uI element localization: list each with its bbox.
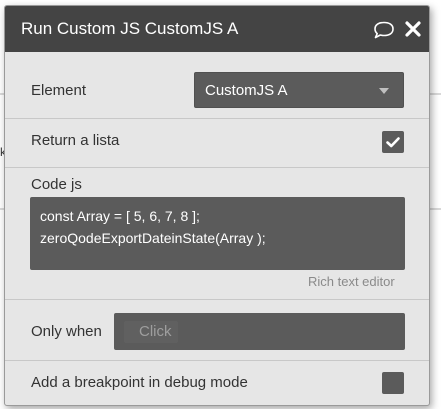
- dialog-titlebar: Run Custom JS CustomJS A: [5, 6, 429, 52]
- element-dropdown-value: CustomJS A: [205, 82, 288, 99]
- only-when-label: Only when: [31, 323, 102, 340]
- element-dropdown[interactable]: CustomJS A: [194, 72, 404, 108]
- section-divider: [5, 118, 429, 119]
- condition-placeholder-chip[interactable]: Click: [124, 321, 178, 343]
- close-icon[interactable]: [405, 21, 421, 37]
- code-line: const Array = [ 5, 6, 7, 8 ];: [40, 208, 200, 224]
- return-list-label: Return a lista: [31, 132, 120, 149]
- speech-bubble-icon[interactable]: [372, 21, 396, 39]
- section-divider: [5, 299, 429, 300]
- chevron-down-icon: [379, 88, 389, 94]
- run-custom-js-dialog: Run Custom JS CustomJS A Element CustomJ…: [4, 5, 430, 406]
- code-editor[interactable]: const Array = [ 5, 6, 7, 8 ]; zeroQodeEx…: [30, 197, 405, 270]
- code-line: zeroQodeExportDateinState(Array );: [40, 230, 266, 246]
- element-label: Element: [31, 82, 87, 99]
- section-divider: [5, 167, 429, 168]
- breakpoint-label: Add a breakpoint in debug mode: [31, 374, 248, 391]
- only-when-condition-field[interactable]: Click: [114, 313, 405, 350]
- code-label: Code js: [31, 176, 82, 193]
- return-list-checkbox[interactable]: [382, 131, 404, 153]
- dialog-title: Run Custom JS CustomJS A: [21, 19, 239, 38]
- breakpoint-checkbox[interactable]: [382, 372, 404, 394]
- section-divider: [5, 360, 429, 361]
- checkmark-icon: [386, 137, 400, 148]
- condition-placeholder: Click: [139, 323, 172, 340]
- rich-text-editor-link[interactable]: Rich text editor: [308, 274, 395, 289]
